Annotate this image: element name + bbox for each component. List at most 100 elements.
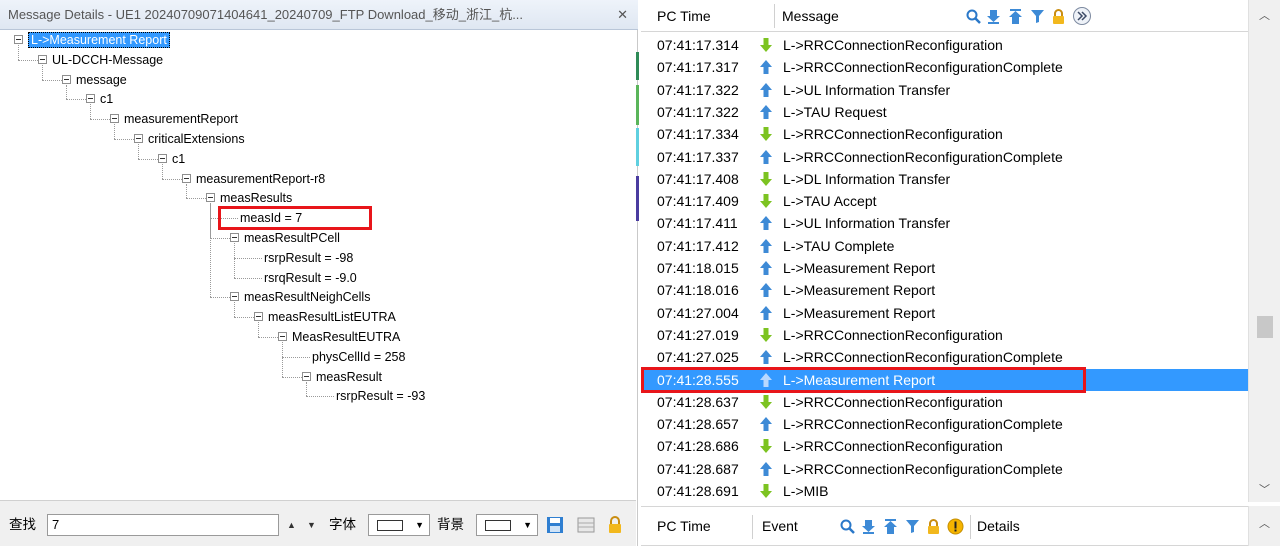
more-options-icon[interactable] (1072, 6, 1092, 26)
tree-connector (282, 356, 310, 358)
tree-node[interactable]: criticalExtensions (148, 129, 245, 149)
search-icon[interactable] (840, 519, 855, 534)
collapse-toggle-icon[interactable] (62, 74, 71, 84)
message-row[interactable]: 07:41:17.322 L->UL Information Transfer (641, 79, 1249, 101)
message-row[interactable]: 07:41:17.334 L->RRCConnectionReconfigurat… (641, 123, 1249, 145)
collapse-toggle-icon[interactable] (254, 312, 263, 322)
message-row[interactable]: 07:41:28.637 L->RRCConnectionReconfigurat… (641, 391, 1249, 413)
message-name: L->RRCConnectionReconfigurationComplete (783, 460, 1063, 477)
collapse-toggle-icon[interactable] (158, 153, 167, 163)
collapse-toggle-icon[interactable] (230, 292, 239, 302)
tree-node[interactable]: MeasResultEUTRA (292, 327, 400, 347)
collapse-toggle-icon[interactable] (38, 54, 47, 64)
message-row[interactable]: 07:41:17.322 L->TAU Request (641, 101, 1249, 123)
message-row[interactable]: 07:41:27.004 L->Measurement Report (641, 302, 1249, 324)
search-icon[interactable] (966, 9, 981, 24)
message-row[interactable]: 07:41:28.686 L->RRCConnectionReconfigurat… (641, 435, 1249, 457)
scroll-to-top-icon[interactable] (1008, 9, 1023, 24)
message-row[interactable]: 07:41:18.015 L->Measurement Report (641, 257, 1249, 279)
message-row[interactable]: 07:41:17.412 L->TAU Complete (641, 235, 1249, 257)
warning-icon[interactable] (947, 518, 964, 535)
scroll-to-bottom-icon[interactable] (986, 9, 1001, 24)
message-row[interactable]: 07:41:17.314 L->RRCConnectionReconfigurat… (641, 34, 1249, 56)
tree-connector (18, 59, 38, 61)
message-time: 07:41:27.025 (657, 349, 739, 366)
message-row[interactable]: 07:41:17.409 L->TAU Accept (641, 190, 1249, 212)
message-row[interactable]: 07:41:17.317 L->RRCConnectionReconfigurat… (641, 56, 1249, 78)
scroll-to-top-icon[interactable] (883, 519, 898, 534)
lock-icon[interactable] (926, 519, 941, 534)
column-header-message[interactable]: Message (774, 0, 839, 32)
column-header-pc-time[interactable]: PC Time (649, 510, 711, 542)
font-label: 字体 (329, 517, 356, 532)
scrollbar-thumb[interactable] (1257, 316, 1273, 338)
column-header-event[interactable]: Event (754, 510, 798, 542)
tree-node[interactable]: c1 (172, 149, 185, 169)
message-time: 07:41:28.637 (657, 393, 739, 410)
tree-node[interactable]: UL-DCCH-Message (52, 50, 163, 70)
font-color-picker[interactable]: ▼ (368, 514, 430, 536)
message-row[interactable]: 07:41:17.408 L->DL Information Transfer (641, 168, 1249, 190)
tree-node[interactable]: rsrqResult = -9.0 (264, 268, 357, 288)
tree-node[interactable]: measResultNeighCells (244, 287, 370, 307)
collapse-toggle-icon[interactable] (182, 173, 191, 183)
collapse-toggle-icon[interactable] (206, 193, 215, 203)
column-header-details[interactable]: Details (969, 510, 1020, 542)
collapse-toggle-icon[interactable] (110, 114, 119, 124)
find-toolbar: 查找 7 ▲ ▼ 字体 ▼ 背景 ▼ (0, 500, 636, 546)
tree-node-label: c1 (172, 151, 186, 166)
tree-node[interactable]: measResultPCell (244, 228, 340, 248)
collapse-toggle-icon[interactable] (134, 134, 143, 143)
message-row[interactable]: 07:41:27.025 L->RRCConnectionReconfigurat… (641, 346, 1249, 368)
message-details-title: Message Details - UE1 20240709071404641_… (8, 7, 524, 22)
column-header-pc-time[interactable]: PC Time (649, 0, 711, 32)
background-label: 背景 (437, 517, 464, 532)
filter-icon[interactable] (1030, 9, 1045, 24)
message-row[interactable]: 07:41:28.657 L->RRCConnectionReconfigurat… (641, 413, 1249, 435)
find-up-arrow-icon[interactable]: ▲ (287, 514, 296, 536)
chevron-up-icon[interactable]: ︿ (1249, 514, 1280, 534)
message-row[interactable]: 07:41:28.687 L->RRCConnectionReconfigurat… (641, 458, 1249, 480)
lock-icon[interactable] (1051, 9, 1066, 24)
collapse-toggle-icon[interactable] (86, 94, 95, 104)
tree-node[interactable]: message (76, 70, 127, 90)
downlink-arrow-icon (759, 126, 773, 142)
collapse-toggle-icon[interactable] (302, 371, 311, 381)
tree-node[interactable]: measurementReport-r8 (196, 169, 325, 189)
find-down-arrow-icon[interactable]: ▼ (307, 514, 316, 536)
message-row[interactable]: 07:41:17.411 L->UL Information Transfer (641, 212, 1249, 234)
collapse-toggle-icon[interactable] (278, 332, 287, 341)
uplink-arrow-icon (759, 282, 773, 298)
message-row[interactable]: 07:41:17.337 L->RRCConnectionReconfigurat… (641, 146, 1249, 168)
collapse-toggle-icon[interactable] (14, 35, 23, 44)
close-icon[interactable]: ✕ (617, 0, 628, 29)
message-list-scrollbar[interactable]: ︿ ﹀ (1248, 0, 1280, 502)
tree-node[interactable]: rsrpResult = -93 (336, 386, 425, 406)
collapse-toggle-icon[interactable] (230, 233, 239, 242)
message-row[interactable]: 07:41:18.016 L->Measurement Report (641, 279, 1249, 301)
tree-node[interactable]: L->Measurement Report (28, 30, 170, 50)
tree-node[interactable]: c1 (100, 89, 113, 109)
tree-node[interactable]: physCellId = 258 (312, 347, 405, 367)
filter-icon[interactable] (905, 519, 920, 534)
tree-node-label: measurementReport-r8 (196, 171, 326, 186)
background-color-picker[interactable]: ▼ (476, 514, 538, 536)
chevron-up-icon[interactable]: ︿ (1249, 6, 1280, 26)
tree-connector (210, 297, 230, 299)
grid-icon[interactable] (577, 516, 595, 534)
message-row[interactable]: 07:41:27.019 L->RRCConnectionReconfigurat… (641, 324, 1249, 346)
event-list-scrollbar[interactable]: ︿ (1248, 506, 1280, 546)
message-row[interactable]: 07:41:28.691 L->MIB (641, 480, 1249, 502)
message-time: 07:41:17.322 (657, 81, 739, 98)
tree-node[interactable]: rsrpResult = -98 (264, 248, 353, 268)
scroll-to-bottom-icon[interactable] (861, 519, 876, 534)
tree-node[interactable]: measurementReport (124, 109, 238, 129)
lock-icon[interactable] (606, 516, 624, 534)
tree-node[interactable]: measResultListEUTRA (268, 307, 396, 327)
find-input[interactable]: 7 (47, 514, 279, 536)
chevron-down-icon: ▼ (415, 520, 424, 530)
chevron-down-icon[interactable]: ﹀ (1249, 480, 1280, 500)
tree-node-label: c1 (100, 92, 114, 107)
tree-node[interactable]: measResult (316, 367, 382, 387)
save-icon[interactable] (546, 516, 564, 534)
